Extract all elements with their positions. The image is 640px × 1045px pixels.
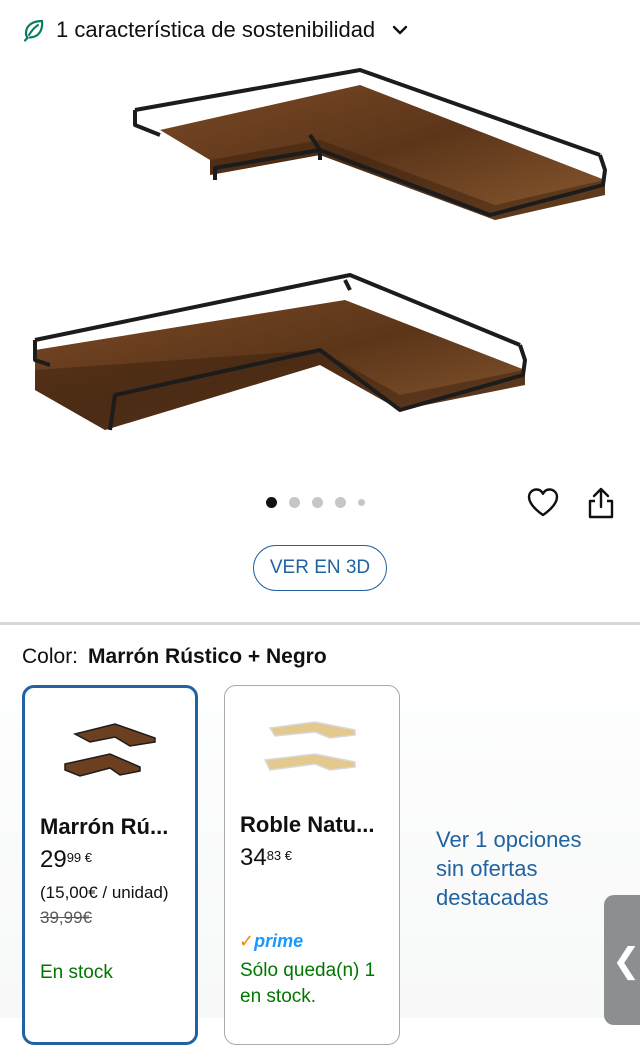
unit-price: (15,00€ / unidad) bbox=[40, 883, 169, 902]
price-fraction: 83 bbox=[266, 848, 282, 863]
color-selection: Color: Marrón Rústico + Negro bbox=[22, 645, 327, 669]
color-variant-section: Color: Marrón Rústico + Negro Marrón Rú..… bbox=[0, 625, 640, 1045]
chevron-down-icon bbox=[392, 25, 408, 35]
pagination-dot[interactable] bbox=[358, 499, 365, 506]
heart-icon[interactable] bbox=[526, 486, 560, 520]
price-whole: 34 bbox=[240, 844, 267, 871]
sustainability-toggle[interactable]: 1 característica de sostenibilidad bbox=[22, 14, 409, 46]
price-currency: € bbox=[284, 848, 293, 863]
stock-status: Sólo queda(n) 1 en stock. bbox=[240, 960, 376, 1007]
color-label: Color: bbox=[22, 645, 79, 668]
variant-card-rustic-brown[interactable]: Marrón Rú... 2999 € (15,00€ / unidad) 39… bbox=[22, 685, 198, 1045]
sustainability-text: 1 característica de sostenibilidad bbox=[56, 17, 376, 42]
price-currency: € bbox=[84, 850, 93, 865]
variant-thumbnail bbox=[263, 721, 356, 771]
pagination-dot[interactable] bbox=[312, 497, 323, 508]
chevron-left-icon: ❮ bbox=[612, 942, 640, 980]
variant-thumbnail bbox=[64, 723, 156, 777]
old-price: 39,99€ bbox=[40, 908, 92, 927]
image-pagination[interactable] bbox=[266, 497, 365, 508]
share-icon[interactable] bbox=[586, 486, 616, 520]
lower-shelf bbox=[33, 273, 527, 431]
pagination-dot[interactable] bbox=[335, 497, 346, 508]
upper-shelf bbox=[133, 68, 607, 220]
product-gallery-section: 1 característica de sostenibilidad VER E… bbox=[0, 0, 640, 622]
variant-price: 2999 € bbox=[40, 846, 92, 874]
price-whole: 29 bbox=[40, 846, 67, 873]
stock-status: En stock bbox=[40, 962, 113, 983]
product-image[interactable] bbox=[20, 60, 620, 440]
leaf-icon bbox=[23, 19, 44, 42]
selected-color: Marrón Rústico + Negro bbox=[88, 645, 327, 668]
prime-check-icon: ✓ bbox=[239, 931, 255, 951]
side-panel-tab[interactable]: ❮ bbox=[604, 895, 640, 1025]
variant-name: Roble Natu... bbox=[240, 812, 375, 837]
price-fraction: 99 bbox=[66, 850, 82, 865]
variant-price: 3483 € bbox=[240, 844, 292, 872]
variant-card-natural-oak[interactable]: Roble Natu... 3483 € ✓prime Sólo queda(n… bbox=[224, 685, 400, 1045]
more-options-link[interactable]: Ver 1 opciones sin ofertas destacadas bbox=[436, 825, 596, 912]
prime-label: prime bbox=[254, 931, 304, 951]
prime-badge: ✓prime bbox=[239, 931, 303, 952]
variant-name: Marrón Rú... bbox=[40, 814, 169, 839]
view-3d-button[interactable]: VER EN 3D bbox=[253, 545, 387, 591]
pagination-dot[interactable] bbox=[289, 497, 300, 508]
pagination-dot[interactable] bbox=[266, 497, 277, 508]
